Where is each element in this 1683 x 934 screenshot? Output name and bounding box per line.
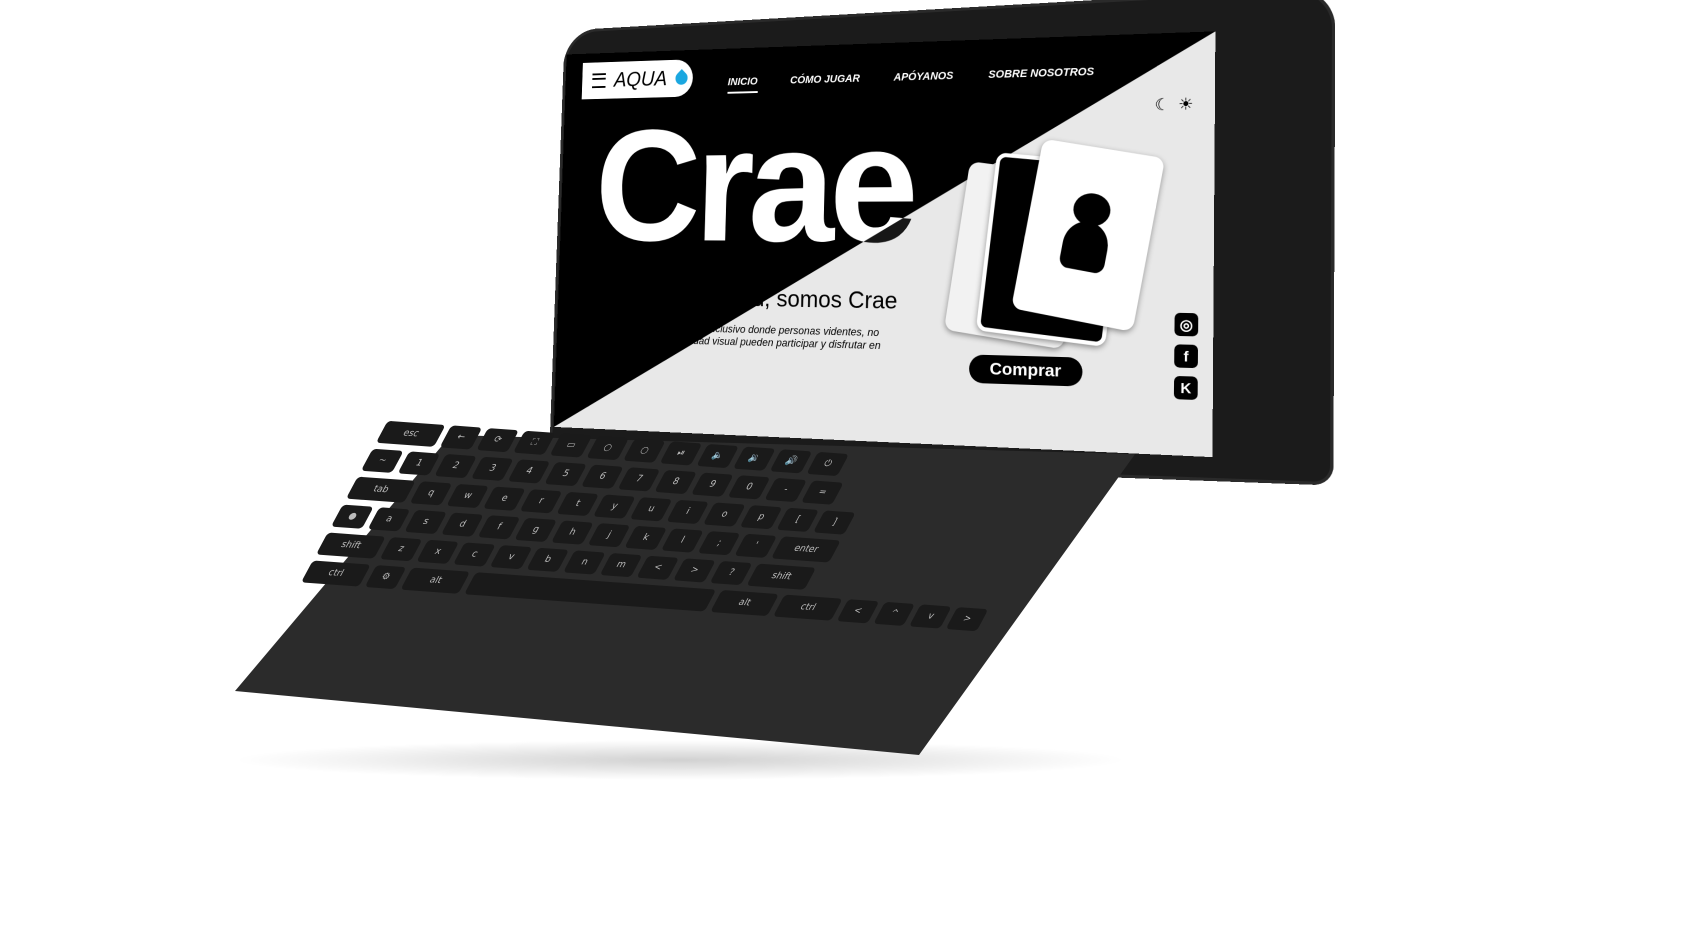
keyboard-key[interactable]: ⚙	[364, 565, 407, 590]
keyboard-key[interactable]: u	[629, 497, 673, 522]
keyboard-key[interactable]: ;	[697, 531, 741, 556]
keyboard-key[interactable]: 🔉	[733, 446, 776, 471]
keyboard-key[interactable]: i	[666, 499, 710, 524]
cards-illustration	[943, 138, 1166, 350]
keyboard-key[interactable]: ~	[360, 448, 404, 473]
keyboard-key[interactable]: ctrl	[773, 594, 843, 621]
keyboard-key[interactable]: ←	[439, 425, 483, 450]
keyboard-key[interactable]: 9	[691, 472, 734, 497]
keyboard-key[interactable]: z	[379, 537, 423, 562]
kickstarter-icon[interactable]: K	[1173, 375, 1198, 400]
keyboard-key[interactable]: 8	[654, 469, 697, 495]
hero-subtitle: Somos creatividad, somos Crae	[591, 283, 898, 315]
keyboard-key[interactable]: '	[734, 533, 778, 558]
keyboard-key[interactable]: ]	[813, 510, 856, 535]
keyboard-key[interactable]: b	[526, 547, 570, 572]
keyboard-key[interactable]: ?	[709, 560, 753, 586]
hamburger-menu-icon[interactable]	[592, 73, 606, 89]
water-drop-icon	[673, 68, 691, 88]
keyboard-key[interactable]: <	[636, 555, 680, 580]
keyboard-key[interactable]: tab	[345, 476, 416, 503]
keyboard-key[interactable]: 6	[580, 464, 624, 489]
sun-icon[interactable]: ☀	[1178, 94, 1193, 115]
nav-inicio[interactable]: INICIO	[727, 75, 758, 94]
dog-icon	[1049, 189, 1125, 281]
keyboard-key[interactable]: ○	[622, 438, 666, 463]
hero-title: Crae	[592, 90, 915, 279]
keyboard-key[interactable]: ⛶	[512, 430, 556, 455]
facebook-icon[interactable]: f	[1174, 344, 1199, 369]
keyboard-key[interactable]: m	[599, 553, 643, 578]
keyboard-key[interactable]: v	[909, 604, 952, 629]
keyboard-key[interactable]: o	[703, 502, 746, 527]
keyboard-key[interactable]: a	[367, 507, 411, 532]
keyboard-key[interactable]: e	[483, 486, 526, 511]
moon-icon[interactable]: ☾	[1154, 95, 1169, 116]
keyboard-key[interactable]: 5	[544, 461, 587, 487]
keyboard-key[interactable]: ctrl	[301, 560, 371, 587]
hero-description: Crae es un juego de cartas inclusivo don…	[589, 320, 881, 358]
keyboard-key[interactable]: r	[519, 489, 563, 514]
buy-button[interactable]: Comprar	[968, 354, 1083, 387]
keyboard-key[interactable]: ○	[586, 435, 629, 461]
keyboard-key[interactable]: shift	[316, 532, 386, 559]
keyboard-key[interactable]: esc	[375, 420, 446, 447]
keyboard-key[interactable]: <	[836, 599, 879, 624]
keyboard-key[interactable]: 🔈	[696, 443, 739, 469]
keyboard-key[interactable]: ⏻	[806, 451, 849, 477]
keyboard-key[interactable]: -	[764, 477, 807, 503]
keyboard-key[interactable]: t	[556, 491, 600, 517]
keyboard-key[interactable]: shift	[746, 563, 817, 590]
keyboard-key[interactable]: ●	[331, 504, 374, 529]
keyboard-key[interactable]: 2	[434, 454, 477, 479]
keyboard-key[interactable]: p	[739, 505, 783, 530]
theme-toggle[interactable]: ☾ ☀	[1154, 94, 1193, 115]
keyboard-key[interactable]: j	[587, 523, 631, 548]
keyboard-key[interactable]: n	[563, 550, 606, 575]
instagram-icon[interactable]: ◎	[1174, 312, 1199, 337]
keyboard-key[interactable]: c	[453, 542, 496, 567]
keyboard-key[interactable]: alt	[709, 589, 780, 617]
laptop-screen: AQUA INICIO CÓMO JUGAR APÓYANOS SOBRE NO…	[553, 31, 1216, 458]
keyboard-key[interactable]: h	[551, 520, 594, 545]
keyboard-key[interactable]: g	[514, 517, 558, 543]
keyboard-key[interactable]: s	[404, 509, 447, 535]
nav-apoyanos[interactable]: APÓYANOS	[893, 70, 954, 89]
keyboard-key[interactable]: y	[593, 494, 636, 519]
keyboard-key[interactable]: [	[776, 507, 820, 532]
keyboard-key[interactable]: l	[661, 528, 704, 553]
keyboard-key[interactable]: f	[477, 515, 521, 540]
keyboard-key[interactable]: ⏯	[659, 441, 703, 466]
keyboard-key[interactable]: k	[624, 525, 668, 550]
social-links: ◎ f K	[1173, 312, 1199, 400]
keyboard-key[interactable]: 7	[617, 467, 661, 492]
keyboard-key[interactable]: w	[446, 483, 489, 509]
laptop-shadow	[230, 740, 1130, 780]
keyboard-key[interactable]: 4	[507, 459, 551, 484]
keyboard-key[interactable]: alt	[400, 567, 471, 594]
keyboard-key[interactable]: x	[416, 539, 460, 564]
keyboard-key[interactable]: 1	[397, 451, 441, 476]
keyboard-key[interactable]: 0	[727, 475, 771, 500]
logo-text: AQUA	[613, 66, 668, 92]
nav-sobre-nosotros[interactable]: SOBRE NOSOTROS	[988, 66, 1094, 87]
keyboard-key[interactable]: 3	[470, 456, 514, 481]
keyboard-key[interactable]: ^	[872, 601, 916, 626]
logo-pill[interactable]: AQUA	[581, 59, 694, 100]
keyboard-key[interactable]: ⟳	[476, 428, 519, 453]
keyboard-key[interactable]: enter	[771, 536, 841, 563]
keyboard-key[interactable]: v	[489, 545, 533, 570]
main-nav: INICIO CÓMO JUGAR APÓYANOS SOBRE NOSOTRO…	[727, 66, 1094, 94]
keyboard-key[interactable]: =	[801, 480, 844, 505]
nav-como-jugar[interactable]: CÓMO JUGAR	[790, 73, 860, 92]
keyboard-key[interactable]: 🔊	[769, 449, 813, 474]
keyboard-key[interactable]: ▭	[549, 433, 593, 458]
keyboard-key[interactable]: d	[441, 512, 484, 537]
keyboard-key[interactable]: >	[673, 558, 716, 583]
keyboard-key[interactable]: q	[409, 481, 453, 506]
